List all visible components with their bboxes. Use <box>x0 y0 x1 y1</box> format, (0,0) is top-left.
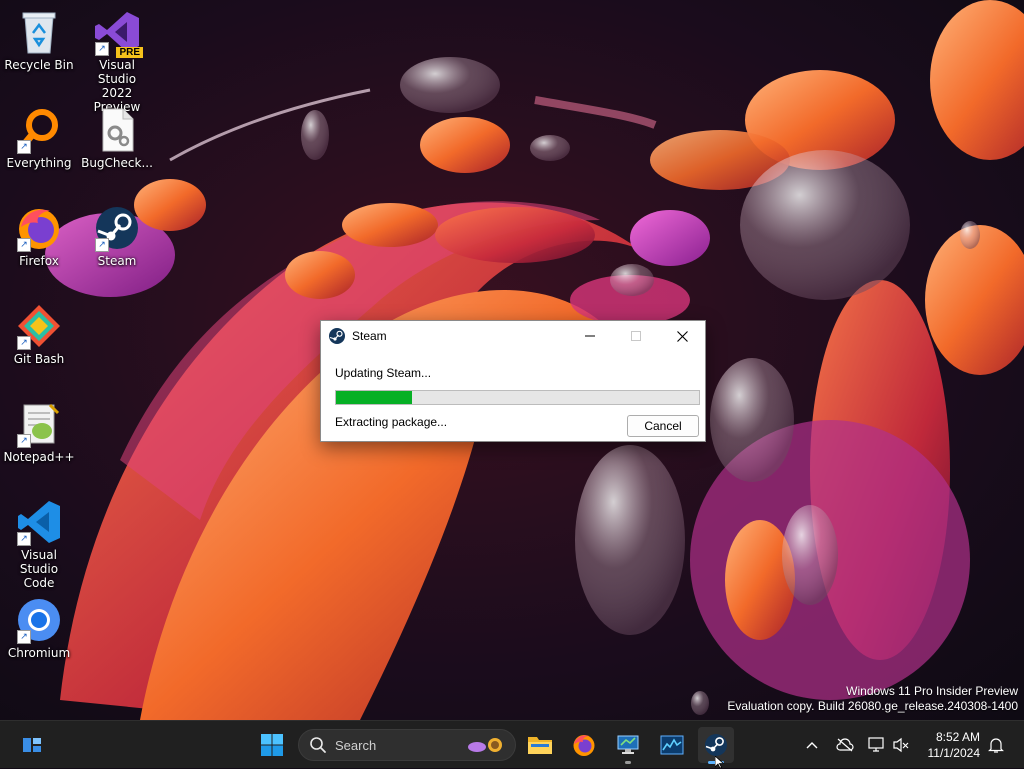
cloud-offline-icon <box>836 738 854 752</box>
recycle-bin-icon <box>15 8 63 56</box>
desktop-icon-steam[interactable]: ↗ Steam <box>79 204 155 268</box>
shortcut-arrow-icon: ↗ <box>17 630 31 644</box>
desktop-icon-everything[interactable]: ↗ Everything <box>1 106 77 170</box>
taskbar-task-manager[interactable] <box>654 727 690 763</box>
desktop-icon-recycle-bin[interactable]: Recycle Bin <box>1 8 77 72</box>
desktop-icon-label: Git Bash <box>13 352 65 366</box>
watermark-edition: Windows 11 Pro Insider Preview <box>846 684 1018 698</box>
minimize-icon <box>585 335 595 337</box>
watermark-build: Evaluation copy. Build 26080.ge_release.… <box>727 699 1018 713</box>
remote-desktop-icon <box>617 735 639 754</box>
steam-icon: ↗ <box>93 204 141 252</box>
windows-start-icon <box>261 734 283 756</box>
close-icon <box>676 330 688 342</box>
file-explorer-icon <box>528 737 552 754</box>
steam-icon <box>705 734 727 756</box>
task-manager-icon <box>660 735 684 755</box>
notifications-button[interactable] <box>984 721 1008 769</box>
steam-icon <box>329 328 345 344</box>
desktop-icon-label: Recycle Bin <box>4 58 74 72</box>
shortcut-arrow-icon: ↗ <box>17 140 31 154</box>
cancel-button[interactable]: Cancel <box>627 415 699 437</box>
preview-badge: PRE <box>116 47 143 58</box>
mouse-cursor-icon <box>715 756 725 768</box>
update-status-text: Updating Steam... <box>335 366 432 380</box>
desktop-icon-visual-studio-code[interactable]: ↗ Visual Studio Code <box>1 498 77 590</box>
everything-search-icon: ↗ <box>15 106 63 154</box>
desktop-icon-bugcheck[interactable]: BugCheck... <box>79 106 155 170</box>
update-substatus-text: Extracting package... <box>335 415 448 429</box>
clock-time: 8:52 AM <box>935 730 980 744</box>
search-placeholder: Search <box>335 737 377 753</box>
settings-file-icon <box>93 106 141 154</box>
visual-studio-icon: PRE ↗ <box>93 8 143 58</box>
widgets-button[interactable] <box>14 727 50 763</box>
vscode-icon: ↗ <box>15 498 63 546</box>
taskbar-file-explorer[interactable] <box>522 727 558 763</box>
chromium-icon: ↗ <box>15 596 63 644</box>
minimize-button[interactable] <box>567 321 613 351</box>
clock-date: 11/1/2024 <box>927 746 981 760</box>
taskbar-search-box[interactable]: Search <box>298 729 516 761</box>
volume-muted-icon <box>893 737 909 753</box>
desktop-icon-notepad-plus-plus[interactable]: ↗ Notepad++ <box>1 400 77 464</box>
notepad-plus-plus-icon: ↗ <box>15 400 63 448</box>
desktop-icon-firefox[interactable]: ↗ Firefox <box>1 204 77 268</box>
windows-watermark: Windows 11 Pro Insider Preview Evaluatio… <box>727 684 1018 714</box>
search-highlight-icon <box>468 738 502 752</box>
maximize-button <box>613 321 659 351</box>
git-bash-icon: ↗ <box>15 302 63 350</box>
taskbar-remote-desktop[interactable] <box>610 727 646 764</box>
taskbar-firefox[interactable] <box>566 727 602 763</box>
search-icon <box>310 737 326 753</box>
shortcut-arrow-icon: ↗ <box>17 434 31 448</box>
network-button[interactable] <box>866 721 888 769</box>
desktop-icon-label: Everything <box>6 156 72 170</box>
widgets-icon <box>23 738 41 752</box>
taskbar-clock[interactable]: 8:52 AM 11/1/2024 <box>928 729 981 761</box>
running-indicator <box>625 761 631 764</box>
shortcut-arrow-icon: ↗ <box>17 238 31 252</box>
taskbar: Search 8:52 AM 11/1/2024 <box>0 720 1024 768</box>
dialog-titlebar[interactable]: Steam <box>321 321 705 351</box>
volume-button[interactable] <box>890 721 912 769</box>
steam-update-dialog: Steam Updating Steam... Extracting packa… <box>320 320 706 442</box>
desktop-icon-git-bash[interactable]: ↗ Git Bash <box>1 302 77 366</box>
onedrive-status-button[interactable] <box>834 721 856 769</box>
network-icon <box>868 737 884 752</box>
notification-bell-icon <box>988 738 1004 753</box>
shortcut-arrow-icon: ↗ <box>95 42 109 56</box>
firefox-icon: ↗ <box>15 204 63 252</box>
desktop-icon-label: Notepad++ <box>3 450 75 464</box>
start-button[interactable] <box>254 727 290 763</box>
shortcut-arrow-icon: ↗ <box>95 238 109 252</box>
progress-fill <box>336 391 413 404</box>
desktop-icon-label: Firefox <box>19 254 59 268</box>
shortcut-arrow-icon: ↗ <box>17 532 31 546</box>
maximize-icon <box>631 331 641 341</box>
desktop-icon-label: BugCheck... <box>81 156 153 170</box>
tray-overflow-button[interactable] <box>802 721 822 769</box>
desktop-icon-chromium[interactable]: ↗ Chromium <box>1 596 77 660</box>
firefox-icon <box>573 735 595 756</box>
dialog-title: Steam <box>352 329 387 343</box>
chevron-up-icon <box>806 742 818 749</box>
close-button[interactable] <box>659 321 705 351</box>
update-progress-bar <box>335 390 700 405</box>
desktop-icon-label: Steam <box>97 254 137 268</box>
desktop-icon-visual-studio-2022-preview[interactable]: PRE ↗ Visual Studio 2022 Preview <box>79 8 155 114</box>
shortcut-arrow-icon: ↗ <box>17 336 31 350</box>
desktop-icon-label: Visual Studio Code <box>19 548 59 590</box>
desktop-icon-label: Chromium <box>7 646 71 660</box>
